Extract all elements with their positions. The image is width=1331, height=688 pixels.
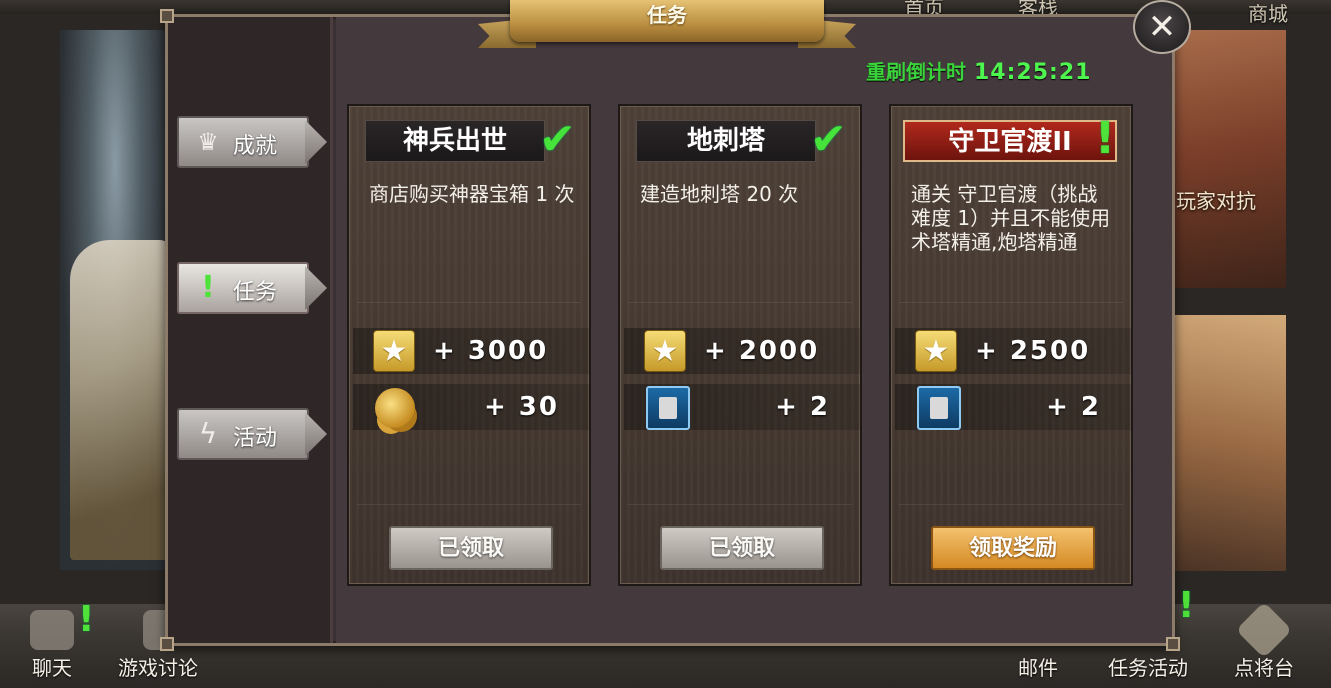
panel-corner-ornament: [160, 637, 174, 651]
nav-command-stage-label: 点将台: [1234, 656, 1294, 680]
reward-value: + 2000: [704, 336, 820, 366]
command-stage-icon: [1235, 601, 1293, 659]
claimed-button[interactable]: 已领取: [389, 526, 553, 570]
checkmark-icon: ✔: [810, 114, 847, 165]
star-icon: ★: [644, 330, 686, 372]
quest-card: 神兵出世 ✔ 商店购买神器宝箱 1 次 ★ + 3000 + 30 已领取: [347, 104, 591, 586]
close-icon: ✕: [1147, 7, 1177, 47]
quest-description: 商店购买神器宝箱 1 次: [369, 182, 575, 206]
reward-value: + 3000: [433, 336, 549, 366]
divider: [628, 302, 852, 303]
panel-title-ribbon: 任务: [478, 0, 856, 50]
panel-corner-ornament: [1166, 637, 1180, 651]
top-nav-shop[interactable]: 商城: [1248, 0, 1288, 27]
divider: [899, 504, 1123, 505]
nav-quest-activity-label: 任务活动: [1108, 656, 1188, 680]
reward-row-stars: ★ + 3000: [353, 328, 589, 374]
background-scene-right-bottom[interactable]: [1172, 315, 1286, 571]
reward-row-stars: ★ + 2000: [624, 328, 860, 374]
quest-card: 地刺塔 ✔ 建造地刺塔 20 次 ★ + 2000 + 2 已领取: [618, 104, 862, 586]
tab-quests[interactable]: ! 任务: [177, 262, 327, 314]
reward-value: + 2500: [975, 336, 1091, 366]
reward-row-cards: + 2: [624, 384, 860, 430]
tab-events-label: 活动: [233, 426, 278, 451]
quest-title: 地刺塔: [636, 120, 816, 162]
reward-row-stars: ★ + 2500: [895, 328, 1131, 374]
divider: [357, 504, 581, 505]
tab-arrow: [305, 266, 327, 310]
reward-row-cards: + 2: [895, 384, 1131, 430]
hero-card-icon: [917, 386, 961, 430]
nav-discussion-label: 游戏讨论: [118, 656, 198, 680]
pvp-mode-label[interactable]: 玩家对抗: [1176, 185, 1256, 214]
hero-card-icon: [646, 386, 690, 430]
divider: [357, 302, 581, 303]
tab-arrow: [305, 412, 327, 456]
lightning-icon: ϟ: [198, 417, 218, 450]
quest-title: 神兵出世: [365, 120, 545, 162]
quest-description: 建造地刺塔 20 次: [640, 182, 799, 206]
gold-coins-icon: [375, 388, 415, 428]
nav-command-stage[interactable]: 点将台: [1234, 601, 1294, 681]
checkmark-icon: ✔: [539, 114, 576, 165]
tab-sidebar: [168, 17, 333, 643]
quest-description: 通关 守卫官渡（挑战难度 1）并且不能使用 术塔精通,炮塔精通: [911, 182, 1111, 254]
quest-activity-alert-badge: !: [1178, 586, 1194, 626]
claimed-button[interactable]: 已领取: [660, 526, 824, 570]
tab-arrow: [305, 120, 327, 164]
tab-achievements-label: 成就: [233, 134, 278, 159]
tab-events[interactable]: ϟ 活动: [177, 408, 327, 460]
quest-card: 守卫官渡II ! 通关 守卫官渡（挑战难度 1）并且不能使用 术塔精通,炮塔精通…: [889, 104, 1133, 586]
hero-illustration: [70, 240, 170, 560]
background-scene-right-top[interactable]: [1172, 30, 1286, 288]
panel-corner-ornament: [160, 9, 174, 23]
reward-value: + 2: [1046, 392, 1101, 422]
crown-icon: ♛: [197, 128, 219, 156]
countdown-label: 重刷倒计时: [866, 60, 966, 84]
claim-reward-button[interactable]: 领取奖励: [931, 526, 1095, 570]
nav-chat-label: 聊天: [32, 656, 72, 680]
divider: [899, 302, 1123, 303]
nav-chat[interactable]: 聊天: [30, 610, 74, 681]
nav-mail-label: 邮件: [1018, 656, 1058, 680]
quest-title: 守卫官渡II: [903, 120, 1117, 162]
tab-achievements[interactable]: ♛ 成就: [177, 116, 327, 168]
close-button[interactable]: ✕: [1133, 0, 1191, 54]
refresh-countdown: 重刷倒计时 14:25:21: [866, 56, 1091, 85]
tab-quests-label: 任务: [233, 280, 278, 305]
reward-value: + 30: [483, 392, 559, 422]
reward-row-coins: + 30: [353, 384, 589, 430]
star-icon: ★: [915, 330, 957, 372]
panel-title: 任务: [510, 0, 824, 42]
countdown-time: 14:25:21: [974, 60, 1092, 85]
divider: [628, 504, 852, 505]
chat-bubbles-icon: [30, 610, 74, 650]
star-icon: ★: [373, 330, 415, 372]
reward-value: + 2: [775, 392, 830, 422]
quest-eye-icon: !: [201, 270, 215, 305]
chat-alert-badge: !: [78, 600, 94, 640]
alert-icon: !: [1095, 113, 1116, 164]
